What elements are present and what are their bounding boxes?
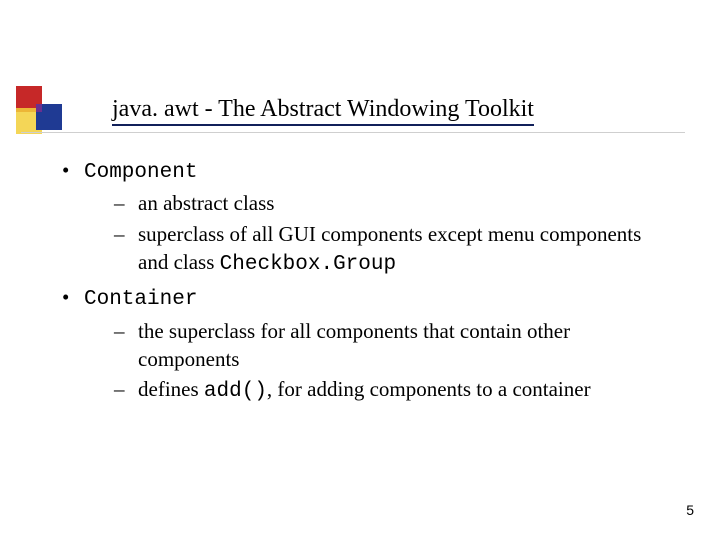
code-term: Component [84, 161, 197, 184]
code-term: Checkbox.Group [220, 253, 396, 276]
slide-title: java. awt - The Abstract Windowing Toolk… [112, 96, 534, 126]
list-item: an abstract class [112, 189, 670, 217]
list-item: defines add(), for adding components to … [112, 375, 670, 406]
slide-body: Component an abstract class superclass o… [58, 156, 670, 411]
logo-icon [16, 86, 60, 130]
list-item: Container the superclass for all compone… [58, 283, 670, 406]
list-item: superclass of all GUI components except … [112, 220, 670, 280]
list-item: Component an abstract class superclass o… [58, 156, 670, 279]
code-term: Container [84, 288, 197, 311]
page-number: 5 [686, 502, 694, 518]
code-term: add() [204, 380, 267, 403]
list-item: the superclass for all components that c… [112, 317, 670, 374]
title-rule [21, 132, 685, 133]
